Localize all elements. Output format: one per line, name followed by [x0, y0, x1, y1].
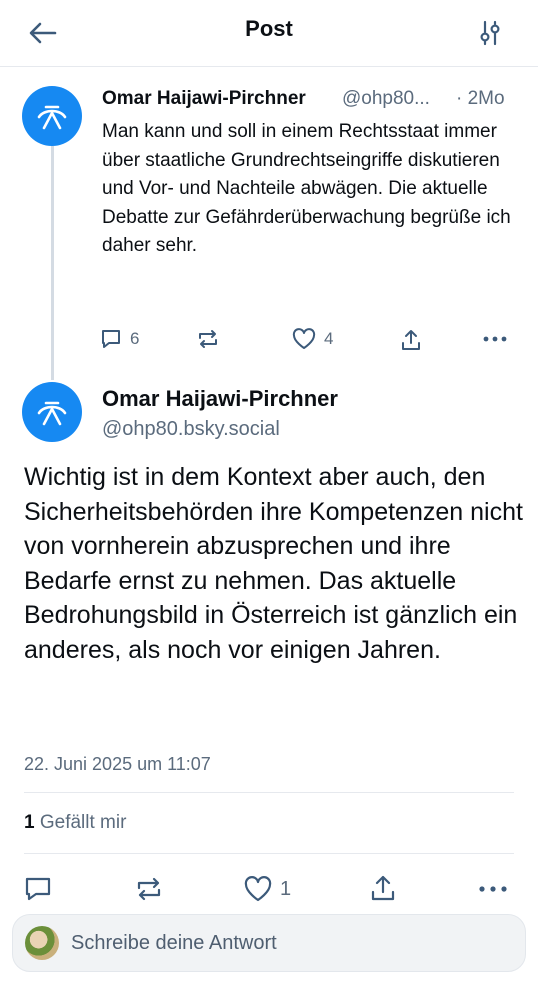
author-name[interactable]: Omar Haijawi-Pirchner [102, 386, 338, 412]
post-date: 22. Juni 2025 um 11:07 [24, 754, 211, 774]
divider [24, 792, 514, 793]
reply-icon [25, 877, 51, 901]
likes-label: Gefällt mir [39, 812, 127, 833]
avatar[interactable] [22, 86, 82, 146]
reply-count: 6 [130, 329, 140, 348]
heart-icon [244, 876, 272, 902]
share-button[interactable] [400, 328, 422, 352]
like-button[interactable]: 4 [292, 328, 333, 350]
like-count: 1 [280, 877, 292, 900]
reply-placeholder: Schreibe deine Antwort [71, 931, 277, 954]
divider [24, 853, 514, 854]
thread-settings-icon[interactable] [474, 18, 506, 48]
more-options-button[interactable] [478, 876, 508, 902]
like-count: 4 [324, 329, 334, 348]
likes-count: 1 [24, 812, 35, 833]
post-timestamp: · 2Mo [456, 88, 505, 109]
like-button[interactable]: 1 [244, 876, 291, 902]
repost-button[interactable] [196, 328, 220, 350]
repost-icon [137, 877, 161, 901]
user-avatar [25, 926, 59, 960]
reply-input[interactable]: Schreibe deine Antwort [12, 914, 526, 972]
repost-button[interactable] [134, 876, 164, 902]
more-icon [479, 886, 507, 892]
reply-button[interactable] [24, 876, 52, 902]
likes-summary[interactable]: 1 Gefällt mir [24, 812, 126, 834]
more-options-button[interactable] [482, 328, 508, 350]
post-text: Wichtig ist in dem Kontext aber auch, de… [24, 463, 523, 664]
reply-button[interactable]: 6 [100, 328, 139, 350]
author-name[interactable]: Omar Haijawi-Pirchner [102, 88, 306, 110]
author-handle[interactable]: @ohp80... [342, 88, 430, 110]
avatar[interactable] [22, 382, 82, 442]
share-icon [402, 330, 420, 350]
share-button[interactable] [370, 874, 396, 902]
author-handle[interactable]: @ohp80.bsky.social [102, 418, 280, 441]
thread-line [51, 146, 54, 380]
heart-icon [292, 328, 316, 349]
page-title: Post [245, 16, 293, 41]
share-icon [371, 875, 395, 901]
reply-icon [102, 330, 120, 348]
repost-icon [199, 330, 217, 348]
more-icon [483, 336, 507, 342]
post-text: Man kann und soll in einem Rechtsstaat i… [102, 121, 511, 256]
bottom-nav-edge [0, 988, 538, 1000]
